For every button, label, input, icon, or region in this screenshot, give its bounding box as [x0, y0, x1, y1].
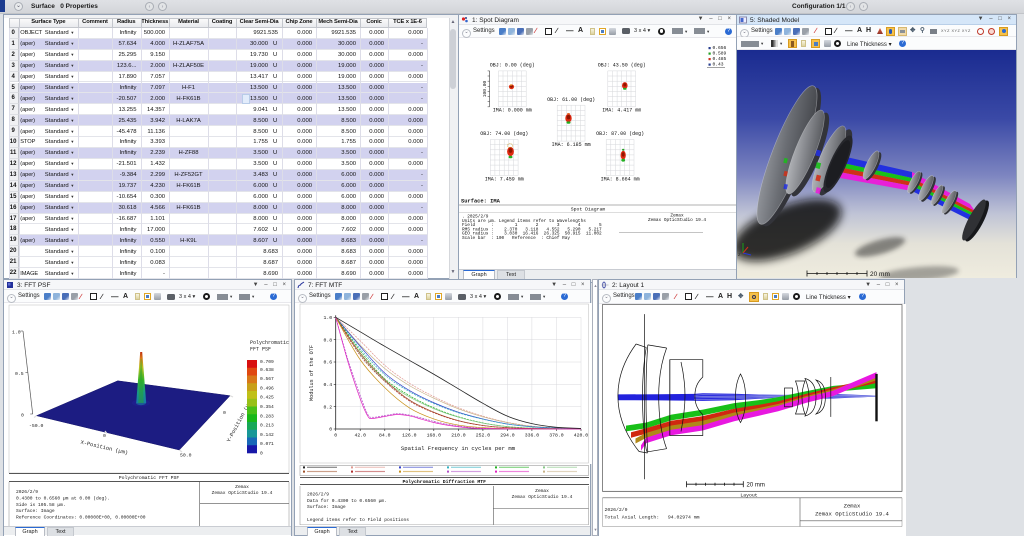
svg-text:2026/2/9: 2026/2/9 — [605, 507, 628, 513]
svg-text:0.638: 0.638 — [260, 367, 274, 373]
svg-text:0.6: 0.6 — [324, 360, 333, 366]
svg-text:Zemax OpticStudio 19.4: Zemax OpticStudio 19.4 — [815, 510, 889, 517]
svg-text:Surface: Image: Surface: Image — [16, 508, 55, 514]
svg-text:Surface: IMA: Surface: IMA — [461, 198, 501, 204]
svg-text:336.0: 336.0 — [525, 433, 540, 439]
svg-text:Polychromatic: Polychromatic — [250, 340, 289, 346]
svg-text:378.0: 378.0 — [549, 433, 564, 439]
svg-text:0.567: 0.567 — [260, 376, 274, 382]
svg-text:0: 0 — [334, 433, 337, 439]
svg-text:210.0: 210.0 — [451, 433, 466, 439]
svg-text:Spot Diagram: Spot Diagram — [571, 206, 606, 212]
svg-text:0.589: 0.589 — [713, 50, 727, 56]
svg-text:OBJ: 0.00 (deg): OBJ: 0.00 (deg) — [490, 62, 535, 68]
svg-text:0: 0 — [223, 410, 226, 416]
svg-text:Side is 105.58 µm.: Side is 105.58 µm. — [16, 502, 66, 508]
svg-text:100.00: 100.00 — [482, 80, 488, 97]
svg-text:OBJ: 87.00 (deg): OBJ: 87.00 (deg) — [596, 131, 644, 137]
svg-text:Scale bar : 100 Reference: Scale bar : 100 Reference : Chief Ray — [462, 236, 570, 241]
svg-text:Zemax OpticStudio 19.4: Zemax OpticStudio 19.4 — [512, 494, 573, 500]
svg-text:Zemax OpticStudio 19.4: Zemax OpticStudio 19.4 — [648, 218, 706, 223]
svg-text:0: 0 — [103, 433, 106, 439]
svg-text:168.0: 168.0 — [427, 433, 442, 439]
svg-text:126.0: 126.0 — [402, 433, 417, 439]
svg-text:0.425: 0.425 — [260, 395, 274, 401]
svg-text:IMA: 6.185 mm: IMA: 6.185 mm — [552, 142, 591, 148]
svg-text:IMA: 0.000 mm: IMA: 0.000 mm — [493, 107, 532, 113]
svg-text:OBJ: 61.00 (deg): OBJ: 61.00 (deg) — [547, 96, 595, 102]
svg-text:0: 0 — [260, 451, 263, 457]
svg-text:Zemax: Zemax — [235, 484, 249, 490]
svg-text:0.071: 0.071 — [260, 441, 274, 447]
svg-text:20 mm: 20 mm — [747, 482, 765, 488]
svg-text:Zemax: Zemax — [844, 502, 861, 509]
svg-text:OBJ: 43.50 (deg): OBJ: 43.50 (deg) — [598, 62, 646, 68]
svg-text:0.283: 0.283 — [260, 413, 274, 419]
svg-text:IMA: 4.417 mm: IMA: 4.417 mm — [602, 107, 641, 113]
svg-text:0.2: 0.2 — [324, 404, 333, 410]
svg-text:Total Axial Length: 94.02974: Total Axial Length: 94.02974 mm — [605, 514, 700, 520]
svg-text:IMA: 7.459 mm: IMA: 7.459 mm — [485, 176, 524, 182]
svg-text:252.0: 252.0 — [476, 433, 491, 439]
svg-text:Zemax OpticStudio 19.4: Zemax OpticStudio 19.4 — [212, 490, 273, 496]
svg-text:Surface: Image: Surface: Image — [307, 504, 346, 510]
svg-text:1.0: 1.0 — [12, 330, 21, 336]
svg-text:Layout: Layout — [740, 492, 757, 498]
svg-text:2026/2/9: 2026/2/9 — [16, 489, 38, 495]
svg-text:Legend items refer to Field po: Legend items refer to Field positions — [307, 516, 409, 522]
svg-text:Zemax: Zemax — [535, 488, 549, 494]
svg-text:0.142: 0.142 — [260, 432, 274, 438]
svg-text:0.709: 0.709 — [260, 359, 274, 365]
svg-text:0.354: 0.354 — [260, 404, 274, 410]
svg-text:294.0: 294.0 — [500, 433, 515, 439]
svg-text:Modulus of the OTF: Modulus of the OTF — [309, 345, 315, 401]
svg-text:OBJ: 74.00 (deg): OBJ: 74.00 (deg) — [480, 131, 528, 137]
svg-text:0.496: 0.496 — [260, 385, 274, 391]
svg-text:0.4300 to 0.6560 µm at 0.00 (d: 0.4300 to 0.6560 µm at 0.00 (deg). — [16, 495, 110, 501]
svg-text:Data for 0.4300 to 0.6560 µm.: Data for 0.4300 to 0.6560 µm. — [307, 498, 387, 504]
svg-text:IMA: 8.664 mm: IMA: 8.664 mm — [601, 176, 640, 182]
svg-text:0.5: 0.5 — [15, 371, 24, 377]
svg-text:Reference Coordinates: 0.00000: Reference Coordinates: 0.00000E+00, 0.00… — [16, 515, 146, 521]
svg-text:0.656: 0.656 — [713, 45, 727, 51]
svg-text:0: 0 — [21, 413, 24, 419]
svg-text:0.213: 0.213 — [260, 423, 274, 429]
svg-text:-50.0: -50.0 — [29, 423, 44, 429]
svg-text:1.0: 1.0 — [324, 315, 333, 321]
svg-text:420.0: 420.0 — [574, 433, 589, 439]
svg-text:Spatial Frequency in cycles pe: Spatial Frequency in cycles per mm — [401, 445, 516, 452]
svg-text:84.0: 84.0 — [379, 433, 391, 439]
svg-text:0.43: 0.43 — [713, 61, 724, 67]
svg-text:2026/2/9: 2026/2/9 — [307, 491, 329, 497]
svg-text:0.8: 0.8 — [324, 337, 333, 343]
svg-text:0.4: 0.4 — [324, 382, 333, 388]
svg-text:42.0: 42.0 — [354, 433, 366, 439]
svg-text:50.0: 50.0 — [180, 453, 192, 459]
svg-text:0: 0 — [329, 427, 332, 433]
svg-text:20 mm: 20 mm — [870, 271, 890, 278]
svg-text:0.485: 0.485 — [713, 56, 727, 62]
svg-text:FFT PSF: FFT PSF — [250, 347, 271, 353]
